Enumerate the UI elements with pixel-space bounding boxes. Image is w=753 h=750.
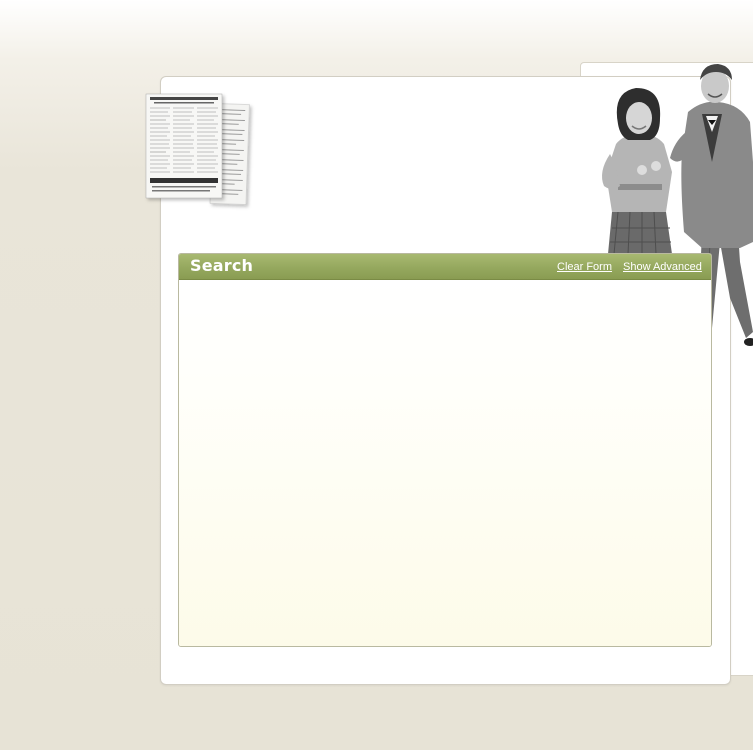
show-advanced-link[interactable]: Show Advanced [623,261,702,273]
search-panel-header: Search Clear Form Show Advanced [179,254,711,280]
search-panel: Search Clear Form Show Advanced [178,253,712,647]
clear-form-link[interactable]: Clear Form [557,261,612,273]
newspaper-clipping-icon [145,93,250,205]
search-form-body [179,280,711,646]
search-panel-title: Search [190,256,254,275]
